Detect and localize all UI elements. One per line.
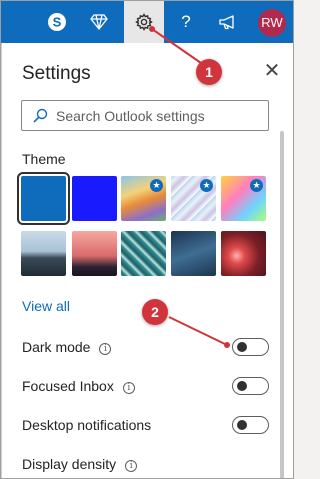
callout-lines [149, 26, 230, 348]
callout-badge-1: 1 [196, 59, 222, 85]
outlook-window: S ? RW Settings ✕ Search Outlook setting… [0, 0, 294, 479]
callout-badge-2: 2 [142, 299, 168, 325]
